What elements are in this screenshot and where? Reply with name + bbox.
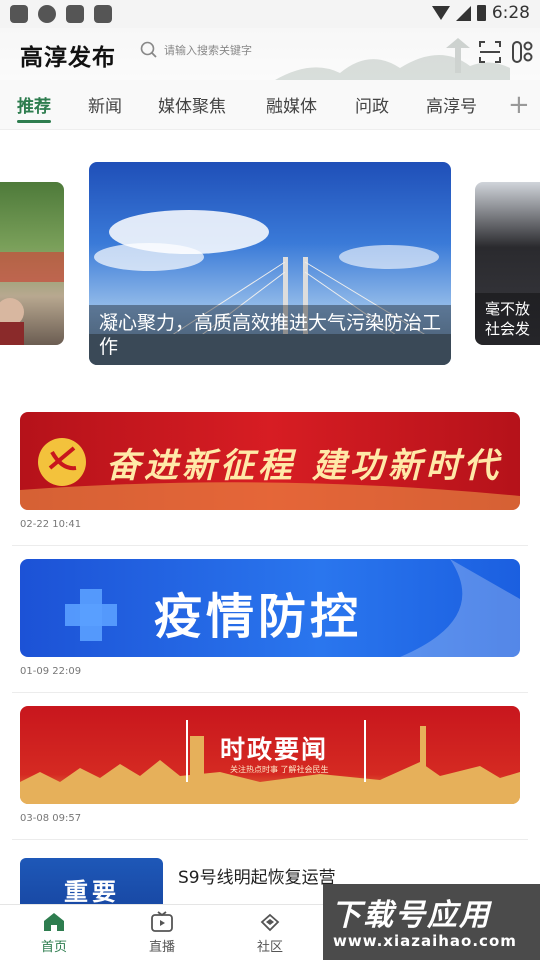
status-bar: 6:28 [0,0,540,28]
text-icon [94,5,112,23]
app-notification-icon [10,5,28,23]
feed-divider [12,545,528,546]
wifi-icon [431,6,450,20]
channel-tabs: 推荐 新闻 媒体聚焦 融媒体 问政 高淳号 + [0,80,540,130]
tab-news[interactable]: 新闻 [88,92,122,123]
app-title: 高淳发布 [20,45,116,71]
carousel-caption-right: 毫不放 社会发 [475,293,540,345]
home-icon [44,912,64,931]
carousel-caption: 凝心聚力，高质高效推进大气污染防治工作 [89,305,451,365]
nav-live-label: 直播 [148,939,175,955]
nav-home-label: 首页 [40,939,67,955]
signal-icon [455,5,471,21]
tab-recommend[interactable]: 推荐 [17,92,51,123]
nav-community[interactable]: 社区 [216,905,324,960]
banner-text: 奋进新征程 建功新时代 [106,446,502,486]
banner-text: 疫情防控 [154,589,363,645]
banner-text: 时政要闻 [220,735,329,764]
menu-icon[interactable] [512,40,534,64]
street-photo [0,252,64,345]
nav-live[interactable]: 直播 [108,905,216,960]
feed-date: 01-09 22:09 [20,666,82,677]
headline-carousel[interactable]: 凝心聚力，高质高效推进大气污染防治工作 毫不放 社会发 [0,160,540,370]
battery-icon [476,5,486,21]
search-bar[interactable]: 请输入搜索关键字 [140,41,252,59]
nav-community-label: 社区 [256,939,283,955]
app-header: 高淳发布 请输入搜索关键字 [0,28,540,80]
community-icon [260,913,280,931]
sync-icon [38,5,56,23]
watermark-title: 下载号应用 [331,898,491,933]
scan-icon[interactable] [479,40,501,64]
feed-banner-epidemic[interactable]: 疫情防控 [20,559,520,657]
watermark-overlay: 下载号应用 www.xiazaihao.com [323,884,540,960]
feed-divider [12,839,528,840]
tab-fusion-media[interactable]: 融媒体 [266,92,317,123]
mountain-decoration [275,38,510,80]
status-time: 6:28 [491,3,530,23]
tv-icon [151,910,173,932]
tab-inquiry[interactable]: 问政 [355,92,389,123]
feed-banner-struggle[interactable]: 奋进新征程 建功新时代 [20,412,520,510]
carousel-card-left[interactable] [0,182,64,345]
feed-date: 02-22 10:41 [20,519,82,530]
carousel-card-center[interactable]: 凝心聚力，高质高效推进大气污染防治工作 [89,162,451,365]
tab-media-focus[interactable]: 媒体聚焦 [158,92,226,123]
tab-gaochun-account[interactable]: 高淳号 [426,92,477,123]
thumb-text: 重要 [64,877,120,906]
search-placeholder: 请输入搜索关键字 [164,44,252,57]
news-title[interactable]: S9号线明起恢复运营 [178,863,336,888]
nav-home[interactable]: 首页 [0,905,108,960]
message-icon [66,5,84,23]
carousel-card-right[interactable]: 毫不放 社会发 [475,182,540,345]
feed-divider [12,692,528,693]
watermark-url: www.xiazaihao.com [333,932,517,950]
feed-banner-politics[interactable]: 时政要闻 关注热点时事 了解社会民生 [20,706,520,804]
feed-date: 03-08 09:57 [20,813,82,824]
add-channel-icon[interactable]: + [508,90,530,120]
search-icon [140,41,157,58]
banner-subtext: 关注热点时事 了解社会民生 [230,765,329,774]
